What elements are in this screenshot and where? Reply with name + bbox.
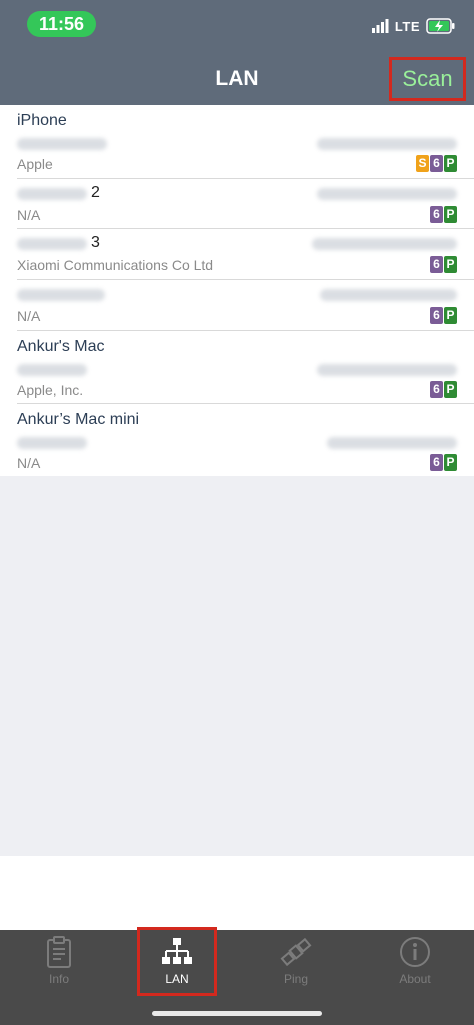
redacted-ip	[17, 289, 105, 301]
device-name: 3	[91, 234, 100, 251]
badge: 6	[430, 307, 443, 324]
badge: P	[444, 307, 457, 324]
redacted-ip	[17, 364, 87, 376]
redacted-mac	[327, 437, 457, 449]
tab-label: About	[399, 972, 431, 986]
badge: 6	[430, 381, 443, 398]
list-item[interactable]: 2 N/A 6 P	[17, 179, 474, 229]
lan-tab-highlight	[137, 927, 217, 996]
device-name: Ankur's Mac	[17, 338, 105, 355]
device-vendor: N/A	[17, 308, 41, 324]
tab-info[interactable]: Info	[0, 930, 118, 1000]
redacted-ip	[17, 138, 107, 150]
list-item[interactable]: Ankur's Mac Apple, Inc. 6 P	[17, 331, 474, 404]
tab-ping[interactable]: Ping	[237, 930, 355, 1000]
badge: P	[444, 381, 457, 398]
badge-group: 6 P	[430, 307, 457, 324]
device-name: iPhone	[17, 112, 67, 129]
redacted-ip	[17, 188, 87, 200]
status-time: 11:56	[27, 11, 96, 37]
scan-button[interactable]: Scan	[389, 57, 466, 101]
badge: P	[444, 256, 457, 273]
device-vendor: Xiaomi Communications Co Ltd	[17, 257, 214, 273]
badge: P	[444, 155, 457, 172]
badge: 6	[430, 256, 443, 273]
device-name: Ankur’s Mac mini	[17, 411, 140, 428]
battery-charging-icon	[426, 18, 455, 34]
device-vendor: Apple, Inc.	[17, 382, 84, 398]
clipboard-icon	[47, 936, 71, 968]
signal-icon	[371, 19, 389, 33]
device-vendor: Apple	[17, 156, 53, 172]
redacted-ip	[17, 437, 87, 449]
list-empty-area	[0, 476, 474, 856]
device-vendor: N/A	[17, 455, 41, 471]
badge-group: 6 P	[430, 206, 457, 223]
device-vendor: N/A	[17, 207, 41, 223]
redacted-ip	[17, 238, 87, 250]
list-item[interactable]: N/A 6 P	[17, 280, 474, 331]
home-indicator[interactable]	[152, 1011, 322, 1016]
network-label: LTE	[394, 18, 420, 34]
badge: S	[416, 155, 429, 172]
tab-label: Info	[48, 972, 69, 986]
list-item[interactable]: iPhone Apple S 6 P	[17, 105, 474, 179]
nav-header: 11:56 LTE LAN Scan	[0, 0, 474, 105]
badge-group: 6 P	[430, 454, 457, 471]
redacted-mac	[317, 188, 457, 200]
badge: 6	[430, 454, 443, 471]
redacted-mac	[312, 238, 457, 250]
redacted-mac	[317, 138, 457, 150]
info-icon	[400, 937, 430, 967]
redacted-mac	[317, 364, 457, 376]
badge: 6	[430, 155, 443, 172]
badge: 6	[430, 206, 443, 223]
status-indicators: LTE	[371, 16, 456, 36]
tab-label: Ping	[283, 972, 309, 986]
device-name: 2	[91, 184, 100, 201]
badge: P	[444, 206, 457, 223]
badge-group: 6 P	[430, 256, 457, 273]
list-item[interactable]: Ankur’s Mac mini N/A 6 P	[17, 404, 474, 477]
list-item[interactable]: 3 Xiaomi Communications Co Ltd 6 P	[17, 229, 474, 280]
device-list: iPhone Apple S 6 P 2 N/A 6 P 3 Xiaomi Co…	[0, 105, 474, 477]
redacted-mac	[320, 289, 457, 301]
badge-group: S 6 P	[416, 155, 457, 172]
tab-about[interactable]: About	[356, 930, 474, 1000]
badge-group: 6 P	[430, 381, 457, 398]
satellite-icon	[280, 937, 312, 967]
badge: P	[444, 454, 457, 471]
